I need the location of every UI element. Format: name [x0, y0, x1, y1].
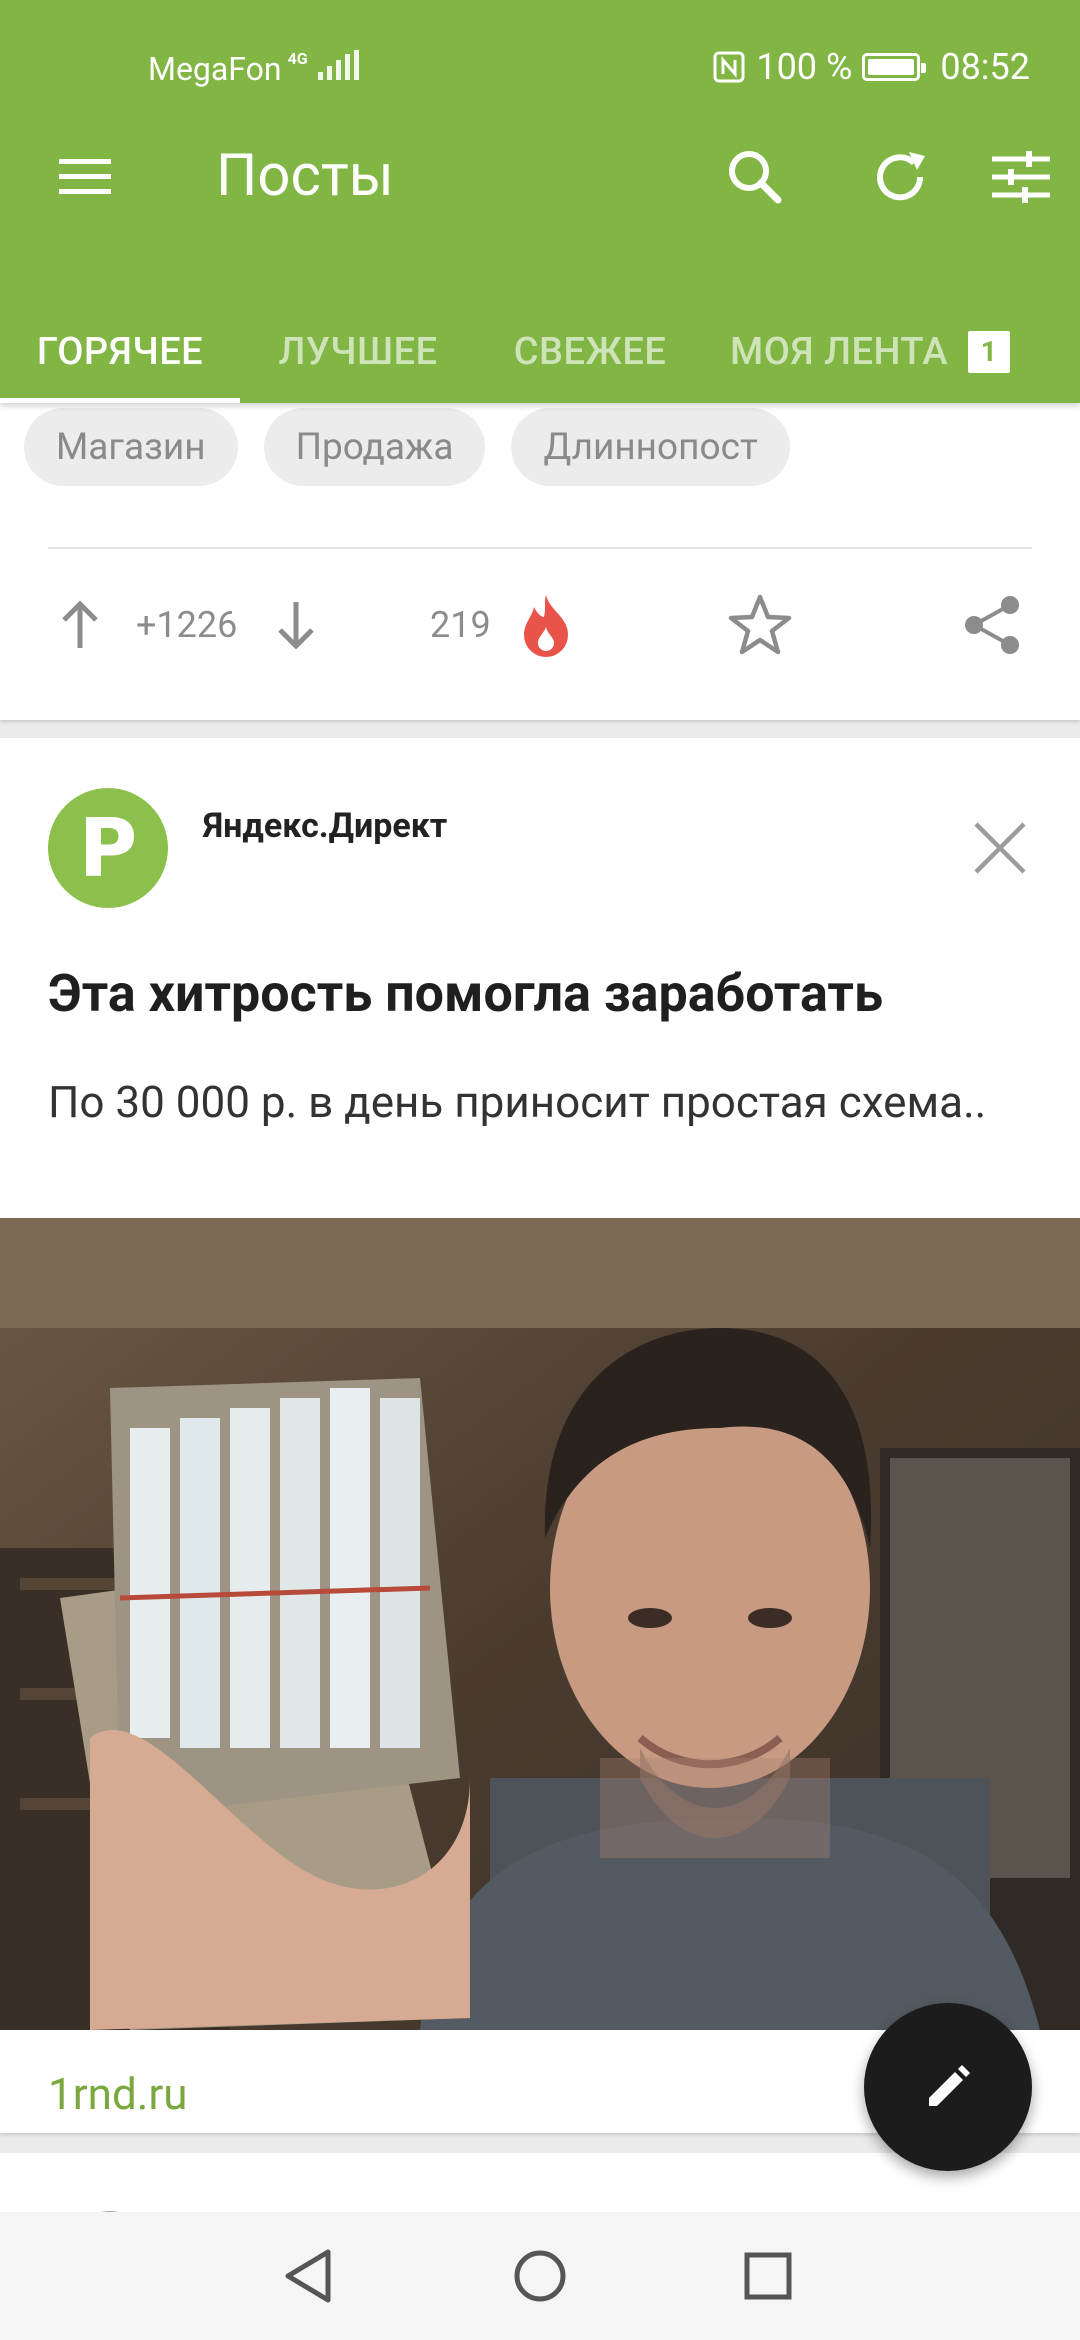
tab-bar: ГОРЯЧЕЕ ЛУЧШЕЕ СВЕЖЕЕ МОЯ ЛЕНТА 1	[0, 300, 1080, 403]
tab-label: СВЕЖЕЕ	[513, 329, 667, 374]
system-nav-bar	[0, 2212, 1080, 2340]
tab-fresh[interactable]: СВЕЖЕЕ	[476, 300, 704, 403]
clock: 08:52	[940, 46, 1030, 88]
sponsor-avatar: P	[48, 788, 168, 908]
ad-text: По 30 000 р. в день приносит простая схе…	[48, 1076, 987, 1128]
tag-list: Магазин Продажа Длиннопост	[24, 390, 790, 486]
divider	[48, 547, 1032, 549]
rating-value: +1226	[136, 604, 238, 646]
upvote-icon[interactable]	[50, 580, 110, 670]
tag-chip[interactable]: Магазин	[24, 408, 238, 486]
carrier-name: MegaFon	[148, 50, 282, 88]
tab-label: ГОРЯЧЕЕ	[36, 329, 204, 374]
nfc-icon	[713, 51, 745, 83]
battery-percent: 100 %	[756, 46, 853, 88]
back-icon[interactable]	[244, 2212, 372, 2340]
signal-icon	[317, 50, 359, 80]
ad-card[interactable]: P Яндекс.Директ Эта хитрость помогла зар…	[0, 738, 1080, 2133]
carrier: MegaFon 4G	[148, 50, 359, 88]
compose-button[interactable]	[864, 2003, 1032, 2171]
page-title: Посты	[216, 142, 394, 210]
network-type: 4G	[287, 49, 308, 68]
tag-chip[interactable]: Продажа	[263, 408, 486, 486]
tab-label: МОЯ ЛЕНТА	[730, 329, 949, 374]
tab-my-feed[interactable]: МОЯ ЛЕНТА 1	[704, 300, 1024, 403]
star-icon[interactable]	[720, 580, 800, 670]
home-icon[interactable]	[476, 2212, 604, 2340]
tab-best[interactable]: ЛУЧШЕЕ	[240, 300, 476, 403]
tab-hot[interactable]: ГОРЯЧЕЕ	[0, 300, 240, 403]
tab-badge: 1	[968, 330, 1011, 373]
close-icon[interactable]	[960, 808, 1040, 888]
ad-title[interactable]: Эта хитрость помогла заработать	[48, 963, 883, 1024]
post-actions: +1226 219	[0, 580, 1080, 670]
filter-sliders-icon[interactable]	[976, 132, 1066, 222]
share-icon[interactable]	[952, 580, 1032, 670]
refresh-icon[interactable]	[855, 132, 945, 222]
search-icon[interactable]	[710, 132, 800, 222]
tab-label: ЛУЧШЕЕ	[278, 329, 438, 374]
status-right: 100 % 08:52	[712, 46, 1030, 88]
post-card: Магазин Продажа Длиннопост +1226 219	[0, 390, 1080, 720]
recents-icon[interactable]	[704, 2212, 832, 2340]
app-bar: MegaFon 4G 100 % 08:52 Посты ГОРЯЧЕЕ ЛУЧ…	[0, 0, 1080, 403]
menu-icon[interactable]	[40, 132, 130, 222]
ad-image[interactable]	[0, 1218, 1080, 2030]
battery-icon	[862, 53, 927, 81]
status-bar: MegaFon 4G 100 % 08:52	[0, 0, 1080, 132]
tag-chip[interactable]: Длиннопост	[511, 408, 790, 486]
pencil-icon	[929, 2065, 970, 2106]
sponsor-name: Яндекс.Директ	[203, 806, 448, 846]
downvote-icon[interactable]	[266, 580, 326, 670]
comments-count[interactable]: 219	[430, 580, 491, 670]
ad-link[interactable]: 1rnd.ru	[48, 2068, 188, 2120]
fire-icon[interactable]	[516, 580, 576, 670]
toolbar: Посты	[0, 132, 1080, 282]
